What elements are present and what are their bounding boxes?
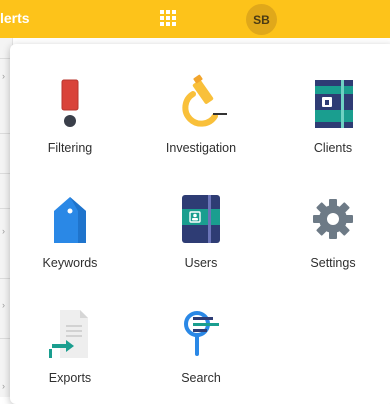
app-exports[interactable]: Exports: [10, 274, 130, 385]
microscope-icon: [182, 74, 227, 127]
app-launcher-icon[interactable]: [160, 10, 178, 28]
app-exports-label: Exports: [48, 371, 92, 385]
app-users[interactable]: Users: [141, 159, 261, 270]
client-book-icon: [315, 80, 353, 128]
app-settings[interactable]: Settings: [273, 159, 390, 270]
tag-icon: [54, 197, 86, 243]
top-bar: lerts SB: [0, 0, 390, 38]
app-search[interactable]: Search: [141, 274, 261, 385]
app-settings-label: Settings: [310, 256, 356, 270]
app-filtering-label: Filtering: [47, 141, 93, 155]
app-investigation-label: Investigation: [165, 141, 237, 155]
avatar[interactable]: SB: [246, 4, 277, 35]
page-title: lerts: [0, 10, 30, 26]
exclamation-icon: [61, 79, 79, 127]
export-document-icon: [49, 310, 88, 358]
app-clients-label: Clients: [313, 141, 353, 155]
app-filtering[interactable]: Filtering: [10, 44, 130, 155]
app-launcher-panel: Filtering Investigation Clients Keywords…: [10, 44, 390, 404]
search-icon: [184, 311, 219, 356]
app-users-label: Users: [184, 256, 218, 270]
app-keywords[interactable]: Keywords: [10, 159, 130, 270]
app-search-label: Search: [181, 371, 221, 385]
app-clients[interactable]: Clients: [273, 44, 390, 155]
user-book-icon: [182, 195, 220, 243]
app-investigation[interactable]: Investigation: [141, 44, 261, 155]
app-keywords-label: Keywords: [42, 256, 98, 270]
gear-icon: [313, 199, 353, 239]
